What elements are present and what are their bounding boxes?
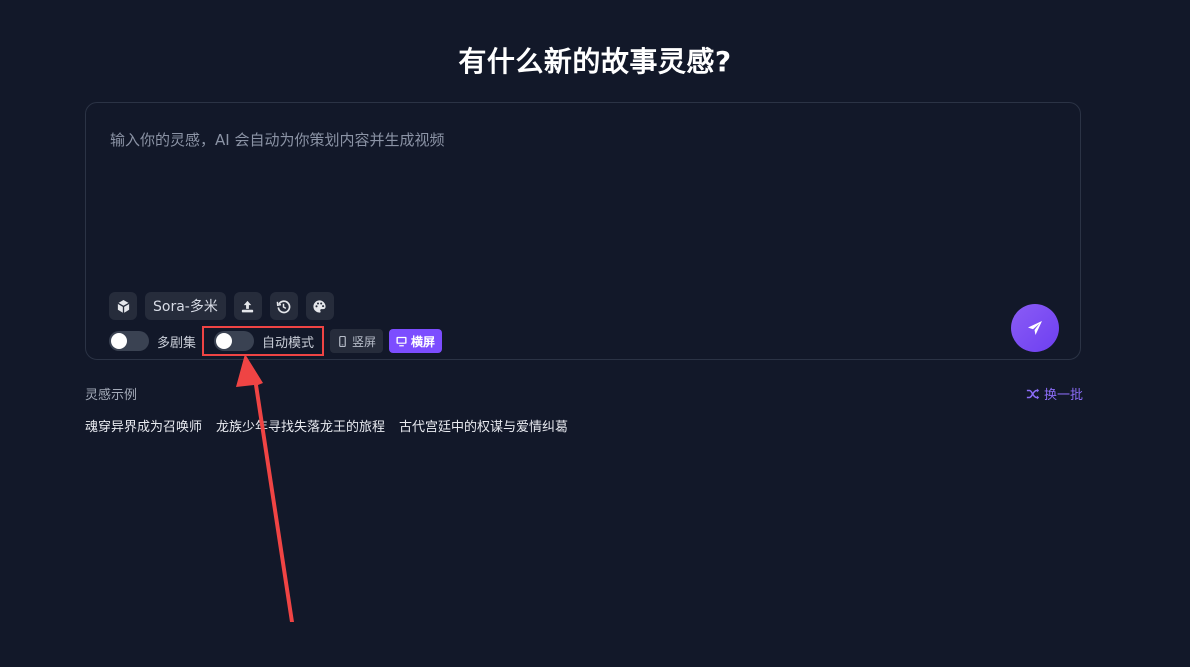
refresh-button[interactable]: 换一批: [1026, 384, 1083, 403]
send-icon: [1028, 321, 1042, 335]
examples-label: 灵感示例: [85, 388, 138, 403]
multi-episode-label: 多剧集: [157, 335, 197, 351]
cube-button[interactable]: [109, 292, 137, 320]
cube-icon: [117, 299, 129, 313]
toggle-knob: [111, 333, 127, 349]
tool-row: Sora-多米: [109, 292, 334, 320]
prompt-input[interactable]: 输入你的灵感，AI 会自动为你策划内容并生成视频: [110, 129, 1010, 150]
toggle-knob: [216, 333, 233, 349]
upload-icon: [242, 300, 254, 312]
page: 有什么新的故事灵感? 输入你的灵感，AI 会自动为你策划内容并生成视频 Sora…: [0, 0, 1190, 667]
multi-episode-toggle[interactable]: [109, 331, 149, 351]
portrait-button[interactable]: 竖屏: [330, 329, 384, 353]
upload-button[interactable]: [233, 292, 262, 320]
examples-header: 灵感示例 换一批: [85, 384, 1083, 403]
examples-list: 魂穿异界成为召唤师 龙族少年寻找失落龙王的旅程 古代宫廷中的权谋与爱情纠葛: [85, 416, 568, 435]
monitor-icon: [396, 336, 407, 346]
palette-button[interactable]: [305, 292, 334, 320]
prompt-card: 输入你的灵感，AI 会自动为你策划内容并生成视频 Sora-多米 多剧集 自动模…: [85, 102, 1081, 360]
history-button[interactable]: [269, 292, 298, 320]
shuffle-icon: [1026, 388, 1040, 399]
model-select-button[interactable]: Sora-多米: [145, 292, 226, 320]
portrait-label: 竖屏: [352, 334, 377, 349]
example-item[interactable]: 魂穿异界成为召唤师: [85, 416, 202, 435]
landscape-button[interactable]: 横屏: [389, 329, 443, 353]
auto-mode-highlight: 自动模式: [202, 326, 325, 356]
example-item[interactable]: 龙族少年寻找失落龙王的旅程: [216, 416, 385, 435]
palette-icon: [313, 299, 326, 313]
options-row: 多剧集 自动模式 竖屏 横屏: [109, 326, 443, 356]
phone-icon: [339, 335, 346, 347]
landscape-label: 横屏: [411, 334, 436, 349]
history-icon: [277, 299, 291, 313]
send-button[interactable]: [1011, 304, 1059, 352]
example-item[interactable]: 古代宫廷中的权谋与爱情纠葛: [399, 416, 568, 435]
auto-mode-toggle[interactable]: [214, 331, 255, 351]
auto-mode-label: 自动模式: [262, 335, 315, 351]
refresh-label: 换一批: [1043, 388, 1083, 403]
page-title: 有什么新的故事灵感?: [458, 45, 732, 78]
